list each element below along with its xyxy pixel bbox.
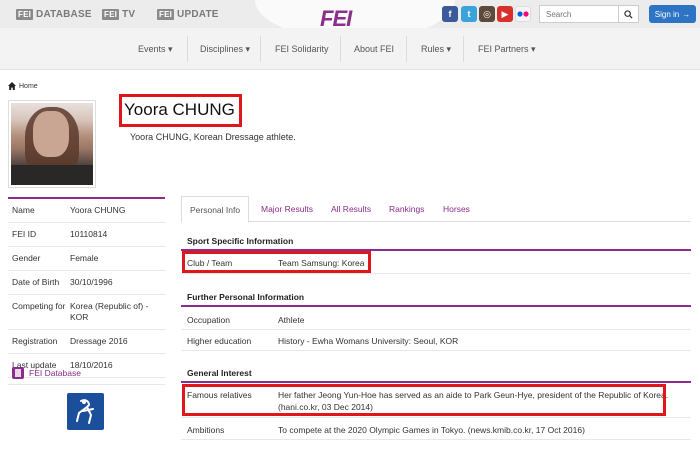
info-value: Female <box>70 253 99 263</box>
detail-value: History - Ewha Womans University: Seoul,… <box>278 336 459 346</box>
athlete-photo <box>8 100 96 188</box>
tab-label: All Results <box>331 204 372 214</box>
fei-database-link[interactable]: FEI DATABASE <box>16 7 92 21</box>
caret-down-icon: ▾ <box>531 43 536 54</box>
search-input[interactable] <box>540 6 618 22</box>
caret-down-icon: ▾ <box>245 43 251 54</box>
info-row: Registration Dressage 2016 <box>8 330 165 354</box>
section-title-sport: Sport Specific Information <box>187 236 294 246</box>
info-row: Name Yoora CHUNG <box>8 199 165 223</box>
nav-divider <box>340 36 341 62</box>
link-label: TV <box>122 8 136 20</box>
nav-about-fei[interactable]: About FEI <box>354 28 394 70</box>
breadcrumb: Home <box>8 82 38 90</box>
nav-fei-solidarity[interactable]: FEI Solidarity <box>275 28 329 70</box>
tab-label: Horses <box>443 204 470 214</box>
search-box <box>539 5 639 23</box>
tab-horses[interactable]: Horses <box>443 196 470 222</box>
fei-update-link[interactable]: FEI UPDATE <box>157 7 219 21</box>
nav-label: FEI Partners <box>478 44 529 54</box>
link-label: UPDATE <box>177 8 219 20</box>
info-value: Dressage 2016 <box>70 336 128 346</box>
info-row: Competing for Korea (Republic of) - KOR <box>8 295 165 330</box>
link-label: DATABASE <box>36 8 92 20</box>
nav-divider <box>260 36 261 62</box>
section-title-interest: General Interest <box>187 368 252 378</box>
twitter-icon[interactable]: t <box>461 6 477 22</box>
flickr-icon[interactable] <box>515 6 531 22</box>
detail-value: To compete at the 2020 Olympic Games in … <box>278 425 585 435</box>
info-key: Registration <box>12 336 58 346</box>
info-value: 10110814 <box>70 229 108 239</box>
fei-database-label: FEI Database <box>29 368 81 378</box>
instagram-icon[interactable]: ◎ <box>479 6 495 22</box>
tab-label: Personal Info <box>190 204 241 215</box>
caret-down-icon: ▾ <box>446 43 452 54</box>
link-badge: FEI <box>102 8 120 20</box>
highlight-box-club <box>182 251 371 273</box>
info-value: 18/10/2016 <box>70 360 113 370</box>
nav-rules[interactable]: Rules ▾ <box>421 28 451 70</box>
nav-divider <box>406 36 407 62</box>
nav-disciplines[interactable]: Disciplines ▾ <box>200 28 250 70</box>
detail-key: Occupation <box>187 315 230 325</box>
tab-major-results[interactable]: Major Results <box>261 196 313 222</box>
sign-in-label: Sign in <box>654 9 680 19</box>
info-row: Date of Birth 30/10/1996 <box>8 271 165 295</box>
tab-label: Rankings <box>389 204 425 214</box>
info-key: Date of Birth <box>12 277 60 287</box>
facebook-icon[interactable]: f <box>442 6 458 22</box>
divider <box>8 384 165 385</box>
athlete-info-table: Name Yoora CHUNG FEI ID 10110814 Gender Fem… <box>8 197 165 378</box>
nav-label: Rules <box>421 44 445 54</box>
search-button[interactable] <box>618 6 638 22</box>
nav-label: Disciplines <box>200 44 244 54</box>
info-row: FEI ID 10110814 <box>8 223 165 247</box>
info-row: Gender Female <box>8 247 165 271</box>
search-icon <box>624 9 633 19</box>
info-key: Gender <box>12 253 41 263</box>
tab-personal-info[interactable]: Personal Info <box>181 196 250 223</box>
main-nav <box>0 28 700 70</box>
info-value: 30/10/1996 <box>70 277 113 287</box>
breadcrumb-home[interactable]: Home <box>19 83 38 90</box>
detail-key: Ambitions <box>187 425 225 435</box>
detail-key: Higher education <box>187 336 252 346</box>
nav-label: FEI Solidarity <box>275 44 329 54</box>
link-badge: FEI <box>16 8 34 20</box>
dressage-discipline-icon[interactable] <box>67 393 104 430</box>
nav-divider <box>187 36 188 62</box>
info-value: Korea (Republic of) - KOR <box>70 301 149 322</box>
fei-tv-link[interactable]: FEI TV <box>102 7 135 21</box>
nav-fei-partners[interactable]: FEI Partners ▾ <box>478 28 536 70</box>
link-badge: FEI <box>157 8 175 20</box>
detail-value: Athlete <box>278 315 305 325</box>
athlete-name: Yoora CHUNG <box>124 100 235 119</box>
nav-events[interactable]: Events ▾ <box>138 28 173 70</box>
section-title-personal: Further Personal Information <box>187 292 305 302</box>
detail-row <box>181 307 691 330</box>
caret-down-icon: ▾ <box>168 43 173 54</box>
nav-divider <box>463 36 464 62</box>
info-key: Competing for <box>12 301 66 311</box>
tab-label: Major Results <box>261 204 313 214</box>
sign-in-button[interactable]: Sign in → <box>649 5 696 23</box>
athlete-summary: Yoora CHUNG, Korean Dressage athlete. <box>130 132 296 142</box>
highlight-box-relatives <box>182 384 666 416</box>
nav-label: Events <box>138 44 166 54</box>
info-key: Name <box>12 205 35 215</box>
tab-rankings[interactable]: Rankings <box>389 196 424 222</box>
info-key: FEI ID <box>12 229 37 239</box>
fei-database-profile-link[interactable]: FEI Database <box>12 367 81 379</box>
home-icon <box>8 82 16 90</box>
profile-tabs: Personal Info Major Results All Results … <box>181 196 691 223</box>
tab-all-results[interactable]: All Results <box>331 196 371 222</box>
nav-label: About FEI <box>354 44 395 54</box>
sign-in-icon: → <box>682 9 691 19</box>
youtube-icon[interactable]: ▶ <box>497 6 513 22</box>
info-value: Yoora CHUNG <box>70 205 126 215</box>
database-icon <box>12 367 24 379</box>
